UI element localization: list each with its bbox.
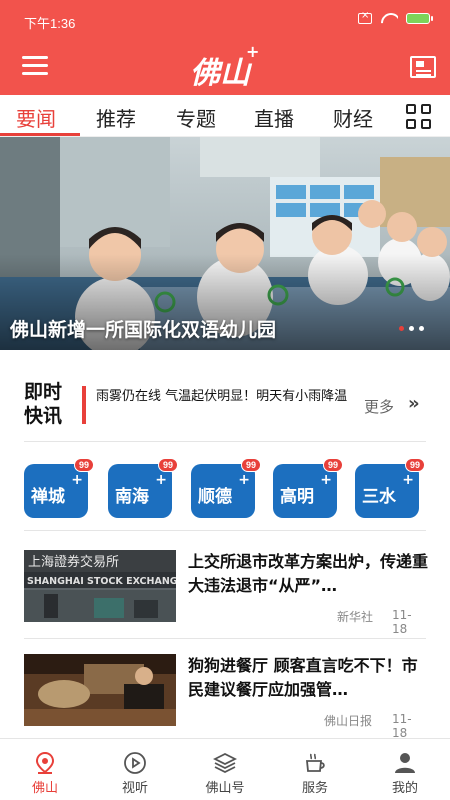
news-source: 新华社 (337, 610, 374, 624)
grid-menu-icon[interactable] (406, 104, 432, 130)
double-chevron-right-icon[interactable]: » (408, 393, 420, 414)
status-time: 下午1:36 (24, 16, 76, 31)
news-source: 佛山日报 (324, 714, 373, 728)
nav-foshan-hao[interactable]: 佛山号 (180, 739, 270, 800)
news-thumbnail: 上海證券交易所 SHANGHAI STOCK EXCHANGE (24, 550, 176, 622)
thumb-text-cn: 上海證券交易所 (28, 554, 119, 570)
carousel-dot[interactable] (419, 326, 424, 331)
quick-news-accent-bar (82, 386, 86, 424)
district-label: 顺德 (198, 487, 232, 507)
user-icon (395, 753, 415, 773)
district-plus: + (155, 472, 167, 488)
status-icons (358, 10, 433, 24)
newspaper-icon[interactable] (410, 56, 436, 78)
carousel-dot[interactable] (399, 326, 404, 331)
nav-label: 佛山 (31, 781, 58, 796)
news-date: 11-18 (392, 712, 412, 740)
district-button-gaoming[interactable]: 高明 + 99 (273, 458, 343, 518)
news-title: 狗狗进餐厅 顾客直言吃不下！市民建议餐厅应加强管… (188, 656, 418, 699)
no-sim-icon (358, 10, 372, 24)
quick-news-title-line1: 即时 (24, 381, 63, 403)
nav-video[interactable]: 视听 (90, 739, 180, 800)
district-button-shunde[interactable]: 顺德 + 99 (191, 458, 261, 518)
hamburger-icon[interactable] (22, 56, 48, 76)
notification-badge: 99 (158, 458, 178, 472)
coffee-cup-icon (306, 753, 325, 772)
carousel-dot[interactable] (409, 326, 414, 331)
play-circle-icon (124, 752, 146, 774)
tab-live[interactable]: 直播 (254, 103, 294, 132)
district-button-chancheng[interactable]: 禅城 + 99 (24, 458, 94, 518)
app-logo-plus: + (246, 42, 260, 61)
tab-headlines[interactable]: 要闻 (16, 103, 56, 132)
district-plus: + (238, 472, 250, 488)
bottom-navigation: 佛山 视听 佛山号 服务 我的 (0, 738, 450, 800)
battery-icon (406, 12, 433, 24)
status-bar: 下午1:36 (0, 0, 450, 42)
wifi-icon (380, 12, 398, 24)
district-buttons: 禅城 + 99 南海 + 99 顺德 + 99 高明 + 99 三水 + 99 (24, 458, 426, 520)
nav-label: 服务 (301, 781, 328, 796)
nav-label: 我的 (391, 781, 418, 796)
news-date: 11-18 (392, 608, 412, 636)
nav-service[interactable]: 服务 (270, 739, 360, 800)
hero-banner[interactable]: 佛山新增一所国际化双语幼儿园 (0, 137, 450, 350)
district-label: 南海 (115, 487, 149, 507)
news-thumbnail (24, 654, 176, 726)
district-button-nanhai[interactable]: 南海 + 99 (108, 458, 178, 518)
news-title: 上交所退市改革方案出炉，传递重大违法退市“从严”… (188, 552, 429, 595)
hero-caption: 佛山新增一所国际化双语幼儿园 (10, 319, 277, 341)
nav-label: 视听 (121, 781, 148, 796)
app-screen: 下午1:36 佛山 + 要闻 推荐 专题 直播 财经 (0, 0, 450, 800)
channel-tabs: 要闻 推荐 专题 直播 财经 (0, 95, 450, 137)
district-button-sanshui[interactable]: 三水 + 99 (355, 458, 425, 518)
tab-active-indicator (0, 133, 80, 136)
notification-badge: 99 (405, 458, 425, 472)
nav-label: 佛山号 (205, 781, 245, 796)
section-divider (24, 638, 426, 639)
carousel-dots (399, 326, 424, 331)
nav-foshan[interactable]: 佛山 (0, 739, 90, 800)
district-label: 高明 (280, 487, 314, 507)
nav-profile[interactable]: 我的 (360, 739, 450, 800)
quick-news-text: 雨雾仍在线 气温起伏明显！明天有小雨降温 (96, 389, 348, 404)
section-divider (24, 530, 426, 531)
district-plus: + (71, 472, 83, 488)
district-label: 三水 (362, 487, 396, 507)
tab-topics[interactable]: 专题 (176, 103, 216, 132)
thumb-text-en: SHANGHAI STOCK EXCHANGE (27, 576, 176, 587)
news-list-item[interactable]: 狗狗进餐厅 顾客直言吃不下！市民建议餐厅应加强管… 佛山日报 11-18 (24, 654, 426, 740)
more-button[interactable]: 更多 (364, 396, 394, 417)
tab-recommend[interactable]: 推荐 (96, 103, 136, 132)
notification-badge: 99 (241, 458, 261, 472)
location-pin-icon (35, 751, 55, 774)
notification-badge: 99 (74, 458, 94, 472)
district-plus: + (402, 472, 414, 488)
layers-icon (213, 752, 237, 774)
app-logo: 佛山 (190, 56, 250, 91)
quick-news-title-line2: 快讯 (24, 405, 63, 427)
district-label: 禅城 (31, 487, 65, 507)
quick-news-title: 即时 快讯 (24, 380, 72, 428)
top-header: 下午1:36 佛山 + (0, 0, 450, 95)
district-plus: + (320, 472, 332, 488)
section-divider (24, 441, 426, 442)
notification-badge: 99 (323, 458, 343, 472)
tab-finance[interactable]: 财经 (333, 103, 373, 132)
news-list-item[interactable]: 上海證券交易所 SHANGHAI STOCK EXCHANGE 上交所退市改革方… (24, 550, 429, 636)
quick-news[interactable]: 即时 快讯 雨雾仍在线 气温起伏明显！明天有小雨降温 更多 » (24, 380, 426, 430)
